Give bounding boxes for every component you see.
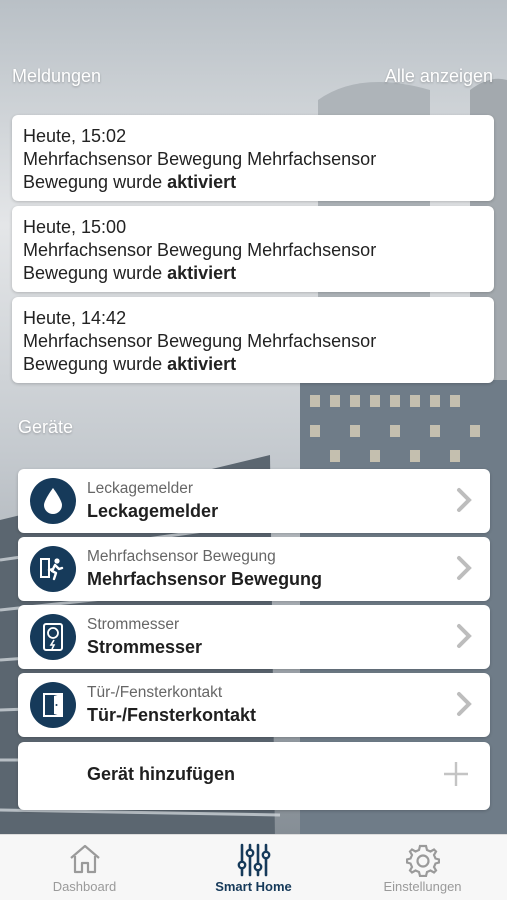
add-device-label: Gerät hinzufügen (87, 764, 235, 784)
message-status: aktiviert (167, 354, 237, 374)
house-icon (69, 844, 100, 874)
message-status: aktiviert (167, 172, 237, 192)
message-text: Mehrfachsensor Bewegung Mehrfachsensor (23, 240, 377, 260)
device-name: Mehrfachsensor Bewegung (87, 569, 323, 589)
message-text-part: Bewegung wurde (23, 354, 168, 374)
message-status: aktiviert (167, 263, 237, 283)
tab-dashboard[interactable]: Dashboard (0, 835, 169, 900)
chevron-right-icon (457, 692, 472, 716)
device-row-strommesser[interactable]: Strommesser Strommesser (18, 605, 490, 669)
devices-title: Geräte (18, 417, 74, 437)
message-text-end: Bewegung wurde aktiviert (23, 263, 236, 284)
device-row-tuer-fensterkontakt[interactable]: Tür-/Fensterkontakt Tür-/Fensterkontakt (18, 673, 490, 737)
gear-icon (405, 844, 440, 877)
message-text-end: Bewegung wurde aktiviert (23, 354, 236, 375)
screen: Meldungen Alle anzeigen Heute, 15:02 Meh… (0, 0, 507, 900)
tab-smart-home[interactable]: Smart Home (169, 835, 338, 900)
device-row-mehrfachsensor[interactable]: Mehrfachsensor Bewegung Mehrfachsensor B… (18, 537, 490, 601)
message-card[interactable]: Heute, 14:42 Mehrfachsensor Bewegung Meh… (12, 297, 494, 383)
running-person-icon (30, 546, 76, 592)
message-text-end: Bewegung wurde aktiviert (23, 172, 236, 193)
device-name: Strommesser (87, 637, 203, 657)
device-row-leckagemelder[interactable]: Leckagemelder Leckagemelder (18, 469, 490, 533)
tab-label: Einstellungen (383, 879, 462, 894)
tab-bar: Dashboard Smart Home Einstellungen (0, 834, 507, 900)
tab-label: Dashboard (52, 879, 117, 894)
message-card[interactable]: Heute, 15:00 Mehrfachsensor Bewegung Meh… (12, 206, 494, 292)
message-text-part: Bewegung wurde (23, 172, 168, 192)
tab-einstellungen[interactable]: Einstellungen (338, 835, 507, 900)
message-text: Mehrfachsensor Bewegung Mehrfachsensor (23, 149, 377, 169)
message-card[interactable]: Heute, 15:02 Mehrfachsensor Bewegung Meh… (12, 115, 494, 201)
message-text-part: Bewegung wurde (23, 263, 168, 283)
device-type: Leckagemelder (87, 480, 193, 497)
power-meter-icon (30, 614, 76, 660)
show-all-link[interactable]: Alle anzeigen (385, 66, 493, 87)
device-name: Tür-/Fensterkontakt (87, 705, 257, 725)
door-icon (30, 682, 76, 728)
device-type: Mehrfachsensor Bewegung (87, 548, 276, 565)
chevron-right-icon (457, 624, 472, 648)
device-type: Tür-/Fensterkontakt (87, 684, 223, 701)
tab-label: Smart Home (215, 879, 292, 894)
plus-icon (444, 762, 468, 786)
message-text: Mehrfachsensor Bewegung Mehrfachsensor (23, 331, 377, 351)
message-time: Heute, 15:02 (23, 126, 127, 146)
message-time: Heute, 15:00 (23, 217, 127, 237)
chevron-right-icon (457, 556, 472, 580)
device-type: Strommesser (87, 616, 180, 633)
messages-title: Meldungen (12, 66, 102, 86)
device-name: Leckagemelder (87, 501, 219, 521)
message-time: Heute, 14:42 (23, 308, 127, 328)
chevron-right-icon (457, 488, 472, 512)
water-drop-icon (30, 478, 76, 524)
add-device-button[interactable]: Gerät hinzufügen (18, 742, 490, 810)
sliders-icon (237, 843, 270, 877)
